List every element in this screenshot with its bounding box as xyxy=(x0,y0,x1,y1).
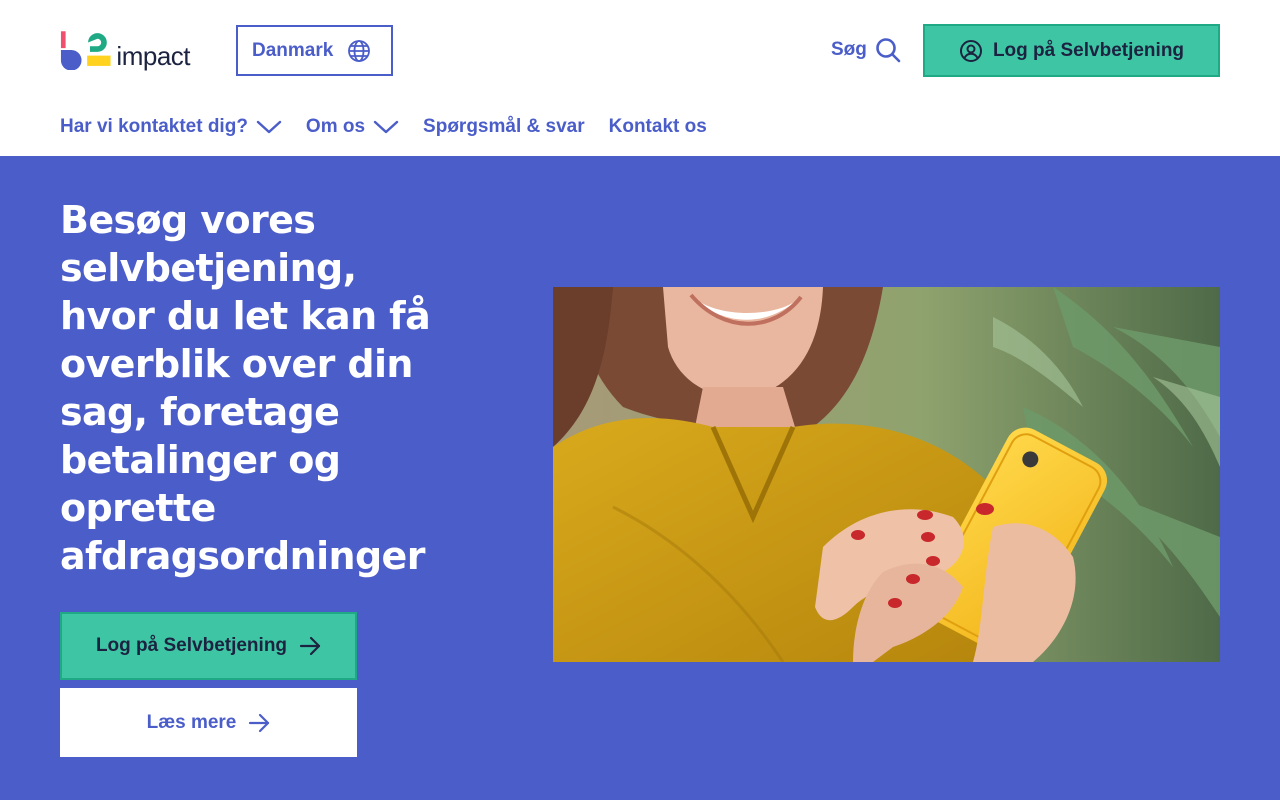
search-label: Søg xyxy=(831,39,867,60)
nav-item-contact[interactable]: Kontakt os xyxy=(609,116,707,138)
nav-item-about[interactable]: Om os xyxy=(306,116,399,138)
arrow-right-icon xyxy=(249,713,270,732)
chevron-down-icon xyxy=(373,120,399,134)
arrow-right-icon xyxy=(299,636,321,656)
chevron-down-icon xyxy=(256,120,282,134)
logo-text: impact xyxy=(116,41,190,71)
nav-item-label: Kontakt os xyxy=(608,116,707,137)
hero-title: Besøg vores selvbetjening, hvor du let k… xyxy=(60,198,431,578)
country-selector-button[interactable]: Danmark xyxy=(236,25,393,76)
hero-login-label: Log på Selvbetjening xyxy=(95,635,288,656)
read-more-label: Læs mere xyxy=(146,711,237,733)
search-icon xyxy=(876,38,901,63)
search-button[interactable]: Søg xyxy=(831,34,901,66)
globe-icon xyxy=(348,39,371,62)
site-header: impact Danmark Søg Log på Selvbetjening … xyxy=(0,0,1280,156)
user-circle-icon xyxy=(959,39,982,62)
read-more-button[interactable]: Læs mere xyxy=(60,688,357,757)
hero-image xyxy=(553,287,1220,662)
nav-item-label: Spørgsmål & svar xyxy=(423,116,585,137)
logo[interactable]: impact xyxy=(60,28,190,70)
logo-mark-icon xyxy=(60,31,111,70)
country-label: Danmark xyxy=(252,39,334,61)
main-navigation: Har vi kontaktet dig? Om os Spørgsmål & … xyxy=(60,112,707,142)
woman-with-phone-image xyxy=(553,287,1220,662)
nav-item-faq[interactable]: Spørgsmål & svar xyxy=(423,116,585,138)
nav-item-label: Har vi kontaktet dig? xyxy=(60,116,248,137)
hero-section: Besøg vores selvbetjening, hvor du let k… xyxy=(0,156,1280,800)
hero-login-button[interactable]: Log på Selvbetjening xyxy=(60,612,357,680)
login-label: Log på Selvbetjening xyxy=(992,39,1185,61)
nav-item-contacted[interactable]: Har vi kontaktet dig? xyxy=(60,116,282,138)
login-selfservice-button[interactable]: Log på Selvbetjening xyxy=(923,24,1220,77)
nav-item-label: Om os xyxy=(305,116,366,137)
